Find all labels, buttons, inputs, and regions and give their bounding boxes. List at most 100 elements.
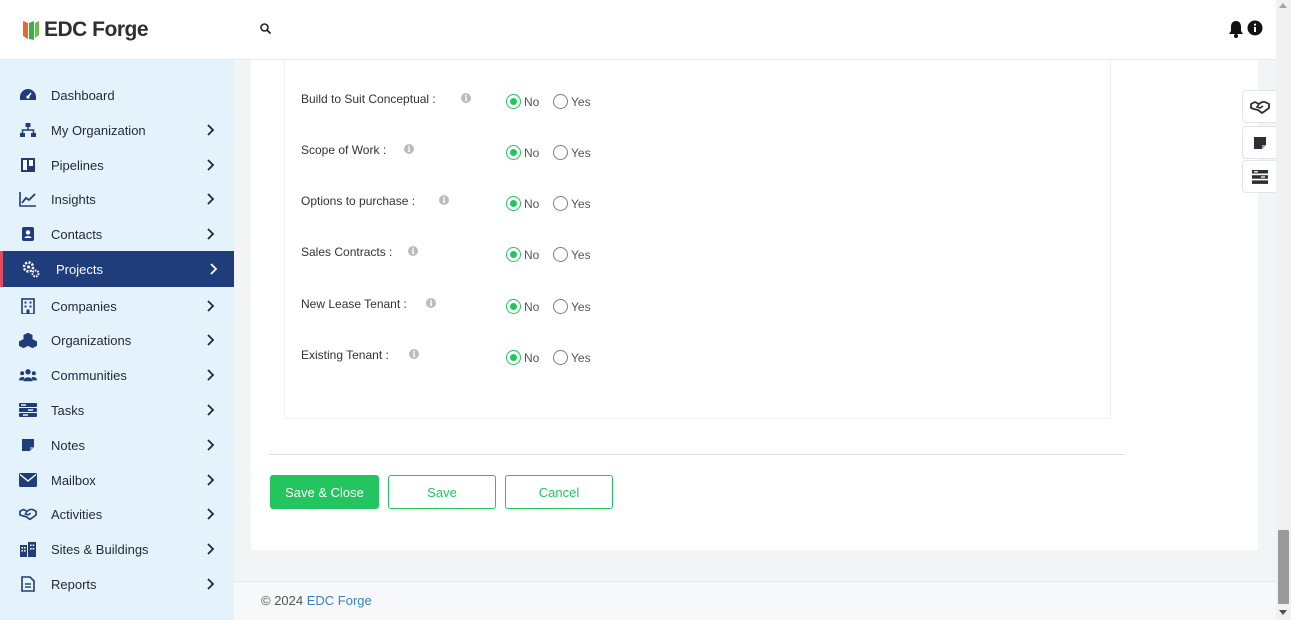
logo-mark-icon xyxy=(23,21,39,40)
page-scrollbar[interactable] xyxy=(1276,0,1291,620)
info-icon[interactable] xyxy=(1247,20,1263,36)
building-icon xyxy=(19,297,37,315)
logo[interactable]: EDC Forge xyxy=(22,18,149,42)
sidebar-item-companies[interactable]: Companies xyxy=(0,288,234,324)
sidebar-item-label: Contacts xyxy=(51,226,103,242)
list-tool-button[interactable] xyxy=(1242,160,1276,193)
sidebar-item-my-organization[interactable]: My Organization xyxy=(0,112,234,148)
help-info-icon[interactable]: i xyxy=(439,195,449,205)
envelope-icon xyxy=(19,471,37,489)
footer-brand-link[interactable]: EDC Forge xyxy=(307,593,372,608)
dashboard-icon xyxy=(19,86,37,104)
radio-label-no: No xyxy=(524,95,540,109)
save-button[interactable]: Save xyxy=(388,475,496,509)
radio-yes[interactable] xyxy=(553,94,568,109)
form-actions-divider xyxy=(269,454,1125,455)
cancel-button[interactable]: Cancel xyxy=(505,475,613,509)
scroll-up-arrow-icon[interactable] xyxy=(1279,3,1287,8)
radio-label-no: No xyxy=(524,197,540,211)
chevron-right-icon xyxy=(207,193,215,205)
sidebar-item-label: Sites & Buildings xyxy=(51,541,149,557)
radio-no[interactable] xyxy=(506,299,521,314)
chevron-right-icon xyxy=(207,228,215,240)
radio-no[interactable] xyxy=(506,247,521,262)
chevron-right-icon xyxy=(207,334,215,346)
top-bar: EDC Forge xyxy=(0,0,1276,60)
radio-label-no: No xyxy=(524,146,540,160)
help-info-icon[interactable]: i xyxy=(426,298,436,308)
handshake-icon xyxy=(19,505,37,523)
save-and-close-button[interactable]: Save & Close xyxy=(270,475,379,509)
sidebar-item-pipelines[interactable]: Pipelines xyxy=(0,147,234,183)
users-icon xyxy=(19,366,37,384)
radio-yes[interactable] xyxy=(553,247,568,262)
sidebar-item-label: Mailbox xyxy=(51,472,96,488)
radio-no[interactable] xyxy=(506,94,521,109)
radio-label-yes: Yes xyxy=(571,146,591,160)
sidebar-item-notes[interactable]: Notes xyxy=(0,427,234,463)
radio-no[interactable] xyxy=(506,350,521,365)
sidebar-item-tasks[interactable]: Tasks xyxy=(0,392,234,428)
sidebar-item-mailbox[interactable]: Mailbox xyxy=(0,462,234,498)
chevron-right-icon xyxy=(210,263,218,275)
chevron-right-icon xyxy=(207,439,215,451)
handshake-icon xyxy=(1249,100,1270,114)
logo-text: EDC Forge xyxy=(44,18,149,41)
city-icon xyxy=(19,540,37,558)
sidebar-item-contacts[interactable]: Contacts xyxy=(0,216,234,252)
sidebar-item-label: Insights xyxy=(51,191,96,207)
list-icon xyxy=(1251,169,1268,184)
search-icon[interactable] xyxy=(259,22,273,36)
field-label: New Lease Tenant : xyxy=(301,297,407,311)
sidebar-item-label: Projects xyxy=(56,261,103,277)
sidebar-item-label: Organizations xyxy=(51,332,132,348)
sticky-note-icon xyxy=(1253,136,1266,149)
sidebar-item-label: Pipelines xyxy=(51,157,104,173)
help-info-icon[interactable]: i xyxy=(461,93,471,103)
radio-label-yes: Yes xyxy=(571,351,591,365)
sidebar-item-label: Companies xyxy=(51,298,117,314)
sidebar-item-activities[interactable]: Activities xyxy=(0,496,234,532)
scroll-thumb[interactable] xyxy=(1278,530,1289,604)
sidebar-item-label: Notes xyxy=(51,437,85,453)
help-info-icon[interactable]: i xyxy=(408,246,418,256)
chevron-right-icon xyxy=(207,508,215,520)
handshake-tool-button[interactable] xyxy=(1242,90,1276,123)
sidebar-item-projects[interactable]: Projects xyxy=(0,251,234,287)
chevron-right-icon xyxy=(207,578,215,590)
radio-label-yes: Yes xyxy=(571,248,591,262)
form-section-panel xyxy=(284,60,1111,419)
chevron-right-icon xyxy=(207,124,215,136)
sidebar-item-communities[interactable]: Communities xyxy=(0,357,234,393)
sidebar-item-sites-buildings[interactable]: Sites & Buildings xyxy=(0,531,234,567)
contact-card-icon xyxy=(19,225,37,243)
radio-no[interactable] xyxy=(506,196,521,211)
field-label: Build to Suit Conceptual : xyxy=(301,92,436,106)
sidebar-item-reports[interactable]: Reports xyxy=(0,566,234,602)
sidebar-item-insights[interactable]: Insights xyxy=(0,181,234,217)
radio-yes[interactable] xyxy=(553,350,568,365)
field-label: Sales Contracts : xyxy=(301,245,393,259)
scroll-down-arrow-icon[interactable] xyxy=(1279,610,1287,615)
chevron-right-icon xyxy=(207,404,215,416)
radio-label-no: No xyxy=(524,300,540,314)
bell-icon[interactable] xyxy=(1228,20,1244,38)
pipeline-board-icon xyxy=(19,156,37,174)
sidebar-item-dashboard[interactable]: Dashboard xyxy=(0,77,234,113)
radio-yes[interactable] xyxy=(553,145,568,160)
sidebar-item-label: My Organization xyxy=(51,122,146,138)
chevron-right-icon xyxy=(207,543,215,555)
field-label: Scope of Work : xyxy=(301,143,387,157)
line-chart-icon xyxy=(19,190,37,208)
radio-yes[interactable] xyxy=(553,299,568,314)
radio-no[interactable] xyxy=(506,145,521,160)
radio-label-yes: Yes xyxy=(571,95,591,109)
radio-yes[interactable] xyxy=(553,196,568,211)
help-info-icon[interactable]: i xyxy=(404,144,414,154)
sidebar-item-organizations[interactable]: Organizations xyxy=(0,322,234,358)
sidebar: Dashboard My Organization Pipelines Insi… xyxy=(0,60,234,620)
sticky-note-tool-button[interactable] xyxy=(1242,126,1276,159)
chevron-right-icon xyxy=(207,300,215,312)
sidebar-item-label: Communities xyxy=(51,367,127,383)
help-info-icon[interactable]: i xyxy=(409,349,419,359)
